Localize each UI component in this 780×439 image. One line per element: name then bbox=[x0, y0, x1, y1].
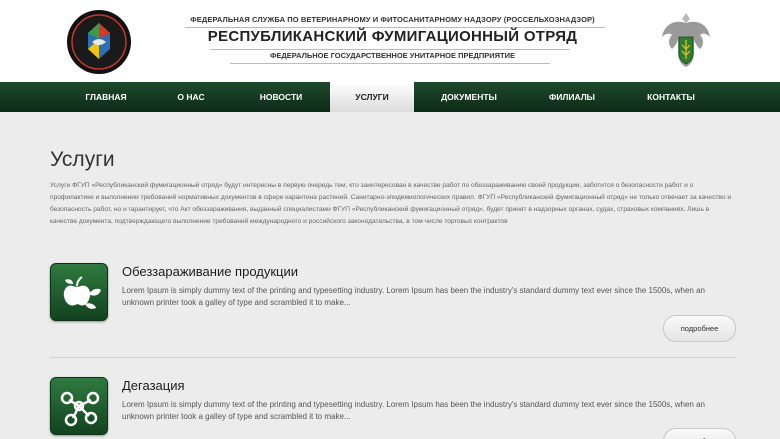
service-title[interactable]: Обеззараживание продукции bbox=[122, 264, 298, 279]
more-button[interactable]: подробнее bbox=[663, 428, 736, 439]
section-divider bbox=[50, 357, 736, 358]
nav-about[interactable]: О НАС bbox=[160, 82, 222, 112]
nav-branches[interactable]: ФИЛИАЛЫ bbox=[532, 82, 612, 112]
services-intro: Услуги ФГУП «Республиканский фумигационн… bbox=[50, 182, 732, 225]
agency-name: ФЕДЕРАЛЬНАЯ СЛУЖБА ПО ВЕТЕРИНАРНОМУ И ФИ… bbox=[190, 15, 595, 24]
coat-of-arms-icon bbox=[656, 9, 716, 71]
apple-leaf-icon[interactable] bbox=[50, 263, 108, 321]
service-title[interactable]: Дегазация bbox=[122, 378, 185, 393]
nav-news[interactable]: НОВОСТИ bbox=[240, 82, 322, 112]
nav-documents[interactable]: ДОКУМЕНТЫ bbox=[428, 82, 510, 112]
site-header: ФЕДЕРАЛЬНАЯ СЛУЖБА ПО ВЕТЕРИНАРНОМУ И ФИ… bbox=[0, 0, 780, 82]
main-navigation: ГЛАВНАЯ О НАС НОВОСТИ УСЛУГИ ДОКУМЕНТЫ Ф… bbox=[0, 82, 780, 112]
nav-services[interactable]: УСЛУГИ bbox=[330, 82, 414, 112]
header-divider bbox=[230, 63, 550, 64]
nav-home[interactable]: ГЛАВНАЯ bbox=[70, 82, 142, 112]
page-title: Услуги bbox=[50, 148, 115, 171]
service-description: Lorem Ipsum is simply dummy text of the … bbox=[122, 286, 705, 307]
service-description: Lorem Ipsum is simply dummy text of the … bbox=[122, 400, 705, 421]
more-button[interactable]: подробнее bbox=[663, 315, 736, 342]
enterprise-type: ФЕДЕРАЛЬНОЕ ГОСУДАРСТВЕННОЕ УНИТАРНОЕ ПР… bbox=[270, 51, 515, 60]
site-title: РЕСПУБЛИКАНСКИЙ ФУМИГАЦИОННЫЙ ОТРЯД bbox=[207, 28, 578, 45]
header-divider bbox=[210, 49, 570, 50]
molecule-icon[interactable] bbox=[50, 377, 108, 435]
rosselkhoznadzor-logo[interactable] bbox=[66, 9, 132, 75]
nav-contacts[interactable]: КОНТАКТЫ bbox=[630, 82, 712, 112]
